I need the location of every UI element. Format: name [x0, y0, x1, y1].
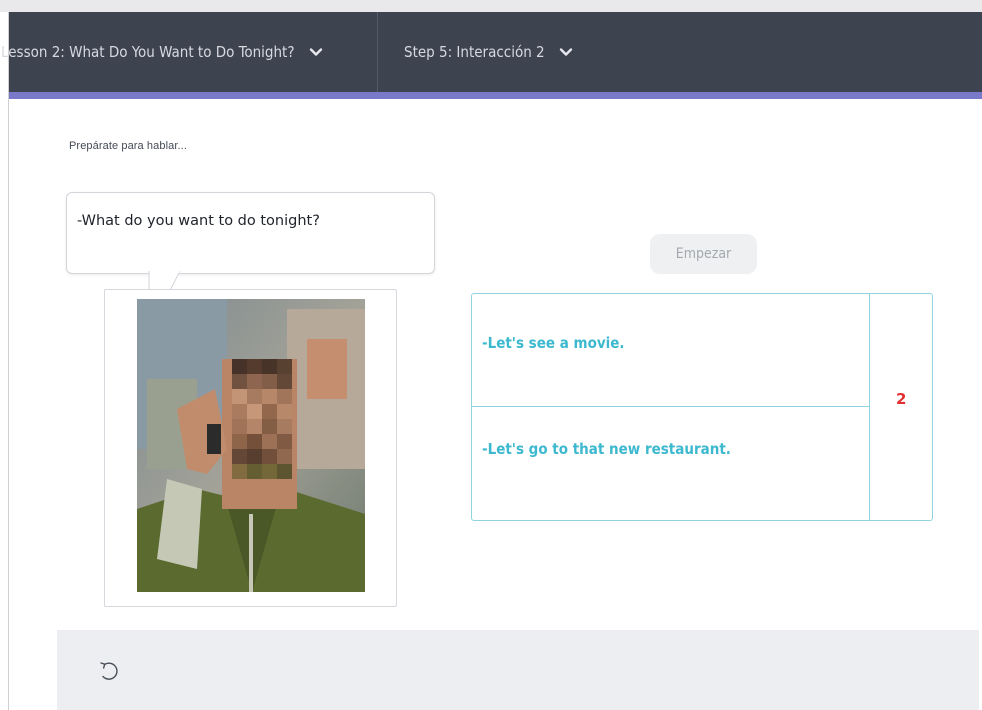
step-selector-label: Step 5: Interacción 2	[404, 43, 545, 61]
background-strip	[0, 0, 982, 12]
speaker-video-card	[104, 289, 397, 607]
replay-icon[interactable]	[96, 658, 122, 684]
instructions-text: Prepárate para hablar...	[69, 140, 187, 152]
speaker-video[interactable]	[137, 299, 365, 592]
chevron-down-icon	[559, 45, 573, 59]
page: Lesson 2: What Do You Want to Do Tonight…	[0, 0, 982, 710]
answer-text: -Let's go to that new restaurant.	[482, 440, 731, 458]
answer-option[interactable]: -Let's go to that new restaurant.	[472, 407, 869, 519]
footer-toolbar	[57, 630, 979, 710]
lesson-selector-label: Lesson 2: What Do You Want to Do Tonight…	[1, 43, 295, 61]
lesson-frame: Lesson 2: What Do You Want to Do Tonight…	[1, 12, 982, 710]
prompt-question: -What do you want to do tonight?	[77, 213, 320, 229]
speaker-image	[137, 299, 365, 592]
lesson-selector[interactable]: Lesson 2: What Do You Want to Do Tonight…	[1, 12, 323, 92]
answer-text: -Let's see a movie.	[482, 334, 625, 352]
lesson-header: Lesson 2: What Do You Want to Do Tonight…	[1, 12, 982, 92]
answers-panel: -Let's see a movie. -Let's go to that ne…	[471, 293, 933, 521]
start-button[interactable]: Empezar	[650, 234, 757, 274]
answer-count-column: 2	[869, 294, 933, 520]
nav-divider	[377, 12, 378, 92]
answer-option[interactable]: -Let's see a movie.	[472, 294, 869, 407]
speech-bubble: -What do you want to do tonight?	[66, 192, 435, 274]
step-selector[interactable]: Step 5: Interacción 2	[404, 12, 573, 92]
header-accent-bar	[9, 92, 982, 99]
answer-count: 2	[896, 390, 907, 408]
chevron-down-icon	[309, 45, 323, 59]
